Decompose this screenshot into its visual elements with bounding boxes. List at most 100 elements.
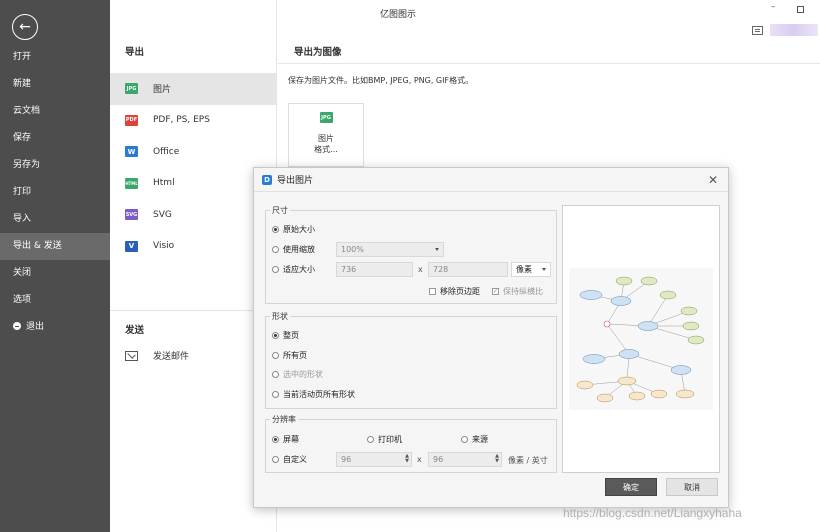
sidebar-item-export-send[interactable]: 导出 & 发送 [0,233,110,260]
radio-printer[interactable]: 打印机 [367,434,402,445]
radio-icon [272,226,279,233]
spinner-arrows-icon[interactable]: ▲ ▼ [495,454,499,464]
export-item-visio[interactable]: V Visio [110,231,276,263]
radio-source[interactable]: 来源 [461,434,488,445]
res-x-stepper[interactable]: 96 ▲ ▼ [336,452,412,467]
sidebar-item-new[interactable]: 新建 [0,71,110,98]
sidebar-item-cloud-docs[interactable]: 云文档 [0,98,110,125]
radio-label: 打印机 [378,435,402,444]
radio-selected-shapes[interactable]: 选中的形状 [272,369,323,380]
radio-icon [272,266,279,273]
radio-label: 当前活动页所有形状 [283,390,355,399]
send-email-label: 发送邮件 [153,352,190,362]
export-item-office[interactable]: W Office [110,136,276,168]
cancel-button[interactable]: 取消 [666,478,718,496]
radio-label: 屏幕 [283,435,299,444]
export-panel: 导出 JPG 图片 PDF PDF, PS, EPS W Office HTML… [110,0,277,532]
svg-file-icon: SVG [125,209,138,221]
unit-value: 像素 [516,265,532,274]
export-item-label: Html [153,178,175,189]
back-arrow-icon[interactable]: ← [12,14,38,40]
export-item-image[interactable]: JPG 图片 [110,73,276,105]
diagram-thumbnail [569,268,713,410]
checkbox-label: 移除页边距 [440,287,480,296]
res-y-value: 96 [433,455,444,464]
radio-current-page-shapes[interactable]: 当前活动页所有形状 [272,389,355,400]
remove-margin-checkbox[interactable]: 移除页边距 [429,286,480,297]
sidebar-menu: 打开 新建 云文档 保存 另存为 打印 导入 导出 & 发送 关闭 选项 退出 [0,44,110,341]
divider [110,310,276,311]
export-item-label: Office [153,146,180,157]
radio-all-pages[interactable]: 所有页 [272,350,307,361]
radio-icon [461,436,468,443]
message-icon[interactable] [752,26,763,35]
watermark: https://blog.csdn.net/Liangxyhaha [563,506,742,520]
export-heading: 导出 [125,47,145,58]
chevron-down-icon [435,248,439,251]
radio-whole-page[interactable]: 整页 [272,330,299,341]
export-image-heading: 导出为图像 [294,47,342,58]
card-label-line2: 格式... [314,145,338,154]
image-preview [562,205,720,473]
minimize-icon[interactable]: – [771,2,776,12]
size-legend: 尺寸 [272,206,288,215]
card-label-line1: 图片 [318,134,334,143]
export-item-svg[interactable]: SVG SVG [110,199,276,231]
export-format-list: JPG 图片 PDF PDF, PS, EPS W Office HTML Ht… [110,73,276,262]
diagram-thumbnail-graphic [576,276,705,403]
sidebar-item-close[interactable]: 关闭 [0,260,110,287]
sidebar-item-import[interactable]: 导入 [0,206,110,233]
chevron-down-icon [542,268,546,271]
radio-label: 原始大小 [283,225,315,234]
dialog-title-bar: D 导出图片 [254,168,728,192]
radio-label: 整页 [283,331,299,340]
sidebar-item-save-as[interactable]: 另存为 [0,152,110,179]
radio-icon [272,456,279,463]
sidebar-item-options[interactable]: 选项 [0,287,110,314]
res-x-value: 96 [341,455,352,464]
close-icon[interactable]: ✕ [708,173,718,187]
spinner-arrows-icon[interactable]: ▲ ▼ [405,454,409,464]
resolution-unit: 像素 / 英寸 [508,456,548,465]
radio-original-size[interactable]: 原始大小 [272,224,315,235]
radio-screen[interactable]: 屏幕 [272,434,299,445]
export-item-label: Visio [153,241,175,252]
height-input[interactable]: 728 [428,262,508,277]
export-item-html[interactable]: HTML Html [110,168,276,200]
window-title: 亿图图示 [380,10,417,20]
jpg-file-icon: JPG [319,112,333,123]
times-sign: x [417,455,422,464]
image-format-card[interactable]: JPG 图片 格式... [288,103,364,167]
export-image-dialog: D 导出图片 ✕ 尺寸 原始大小 使用缩放 100% 适应大小 736 x 72… [253,167,729,508]
send-heading: 发送 [125,325,145,336]
send-mail-icon [125,350,138,361]
radio-use-scale[interactable]: 使用缩放 [272,244,315,255]
radio-icon [272,246,279,253]
width-input[interactable]: 736 [336,262,413,277]
radio-custom[interactable]: 自定义 [272,454,307,465]
scale-select[interactable]: 100% [336,242,444,257]
dialog-title: 导出图片 [277,176,314,186]
unit-select[interactable]: 像素 [511,262,551,277]
checkbox-label: 保持纵横比 [503,287,543,296]
radio-fit-size[interactable]: 适应大小 [272,264,315,275]
maximize-icon[interactable] [797,6,804,13]
keep-ratio-checkbox[interactable]: ✓ 保持纵横比 [492,286,543,297]
sidebar-item-exit-label: 退出 [26,322,45,332]
export-item-pdf[interactable]: PDF PDF, PS, EPS [110,105,276,137]
jpg-file-icon: JPG [125,83,138,95]
pdf-file-icon: PDF [125,114,138,126]
office-file-icon: W [125,146,138,158]
sidebar-item-exit[interactable]: 退出 [0,314,110,341]
radio-label: 自定义 [283,455,307,464]
send-email-item[interactable]: 发送邮件 [125,349,189,362]
sidebar-item-open[interactable]: 打开 [0,44,110,71]
export-item-label: PDF, PS, EPS [153,115,210,126]
res-y-stepper[interactable]: 96 ▲ ▼ [428,452,502,467]
sidebar-item-print[interactable]: 打印 [0,179,110,206]
radio-label: 使用缩放 [283,245,315,254]
sidebar-item-save[interactable]: 保存 [0,125,110,152]
ok-button[interactable]: 确定 [605,478,657,496]
app-logo-icon: D [262,174,272,185]
user-avatar[interactable] [770,24,818,36]
